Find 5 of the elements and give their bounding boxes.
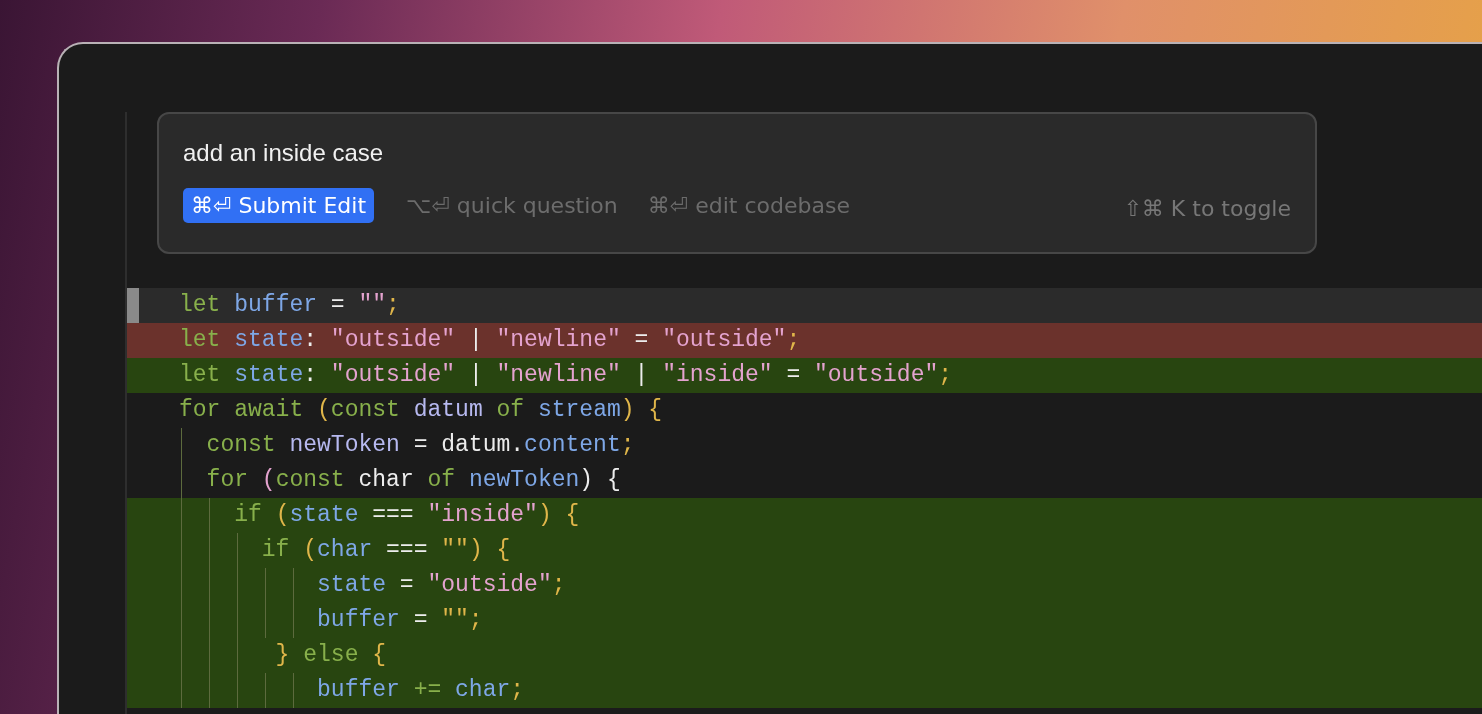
toggle-hint: ⇧⌘ K to toggle: [1123, 196, 1291, 221]
shortcut-hint: ⌥⏎ quick question: [406, 193, 618, 218]
shortcut-hint: ⌘⏎ edit codebase: [647, 193, 850, 218]
prompt-input-field[interactable]: add an inside case: [183, 134, 583, 172]
submit-edit-button[interactable]: ⌘⏎ Submit Edit: [183, 188, 375, 223]
